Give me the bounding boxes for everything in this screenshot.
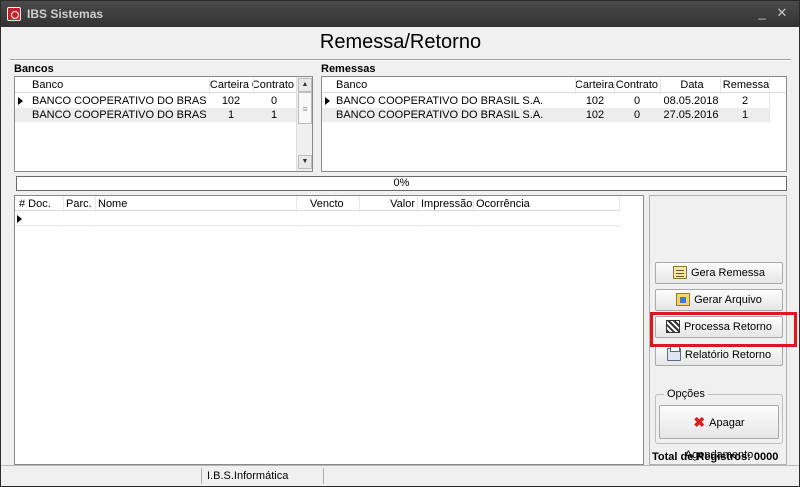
column-header-nome[interactable]: Nome [98,197,288,211]
page-title: Remessa/Retorno [319,31,482,53]
table-cell-carteira: 102 [585,95,605,107]
ibs-logo-icon [7,7,21,21]
table-cell-contrato: 0 [633,95,641,107]
status-company: I.B.S.Informática [201,468,321,484]
close-button[interactable]: ✕ [773,4,791,22]
grid-line [769,77,770,123]
file-icon [676,293,691,306]
window-title: IBS Sistemas [27,7,104,21]
scroll-thumb[interactable] [298,92,312,124]
column-header-remessa[interactable]: Remessa [722,78,770,92]
documentos-grid[interactable]: # Doc. Parc. Nome Vencto Valor Impressão… [14,195,644,465]
remessas-label: Remessas [321,63,376,75]
table-cell-carteira: 102 [221,95,241,107]
scroll-up-icon[interactable]: ▲ [298,78,312,92]
minimize-button[interactable]: _ [753,4,771,22]
table-cell-data: 08.05.2018 [663,95,719,107]
remessas-grid[interactable]: Banco Carteira Contrato Data Remessa BAN… [321,76,787,172]
row-selected-indicator-icon [17,215,22,223]
main-window: IBS Sistemas _ ✕ Remessa/Retorno Bancos … [0,0,800,487]
red-x-icon: ✖ [693,414,706,430]
total-registros: Total de Registros: 0000 [652,451,779,463]
status-panel-empty [323,468,793,484]
column-header-vencto[interactable]: Vencto [310,197,360,211]
status-bar: I.B.S.Informática [1,465,799,486]
header-divider [10,59,791,61]
table-row[interactable]: BANCO COOPERATIVO DO BRASIL S.A. 102 0 0… [322,94,769,108]
printer-icon [666,345,681,361]
table-row[interactable]: BANCO COOPERATIVO DO BRASIL S 102 0 [15,94,296,108]
table-row[interactable]: BANCO COOPERATIVO DO BRASIL S.A. 102 0 2… [322,108,769,122]
scroll-down-icon[interactable]: ▼ [298,155,312,169]
title-bar[interactable]: IBS Sistemas _ ✕ [1,1,799,27]
gera-remessa-button[interactable]: Gera Remessa [655,262,783,284]
row-selected-indicator-icon [325,97,330,105]
documentos-grid-header: # Doc. Parc. Nome Vencto Valor Impressão… [15,196,620,211]
client-area: Remessa/Retorno Bancos Banco Carteira Co… [6,27,795,465]
table-cell-banco: BANCO COOPERATIVO DO BRASIL S [32,95,207,107]
bancos-label: Bancos [14,63,54,75]
table-cell-remessa: 1 [741,109,749,121]
progress-bar: 0% [16,176,787,191]
gerar-arquivo-label: Gerar Arquivo [694,294,762,306]
column-header-carteira[interactable]: Carteira [205,78,249,92]
table-row[interactable]: BANCO COOPERATIVO DO BRASIL S 1 1 [15,108,296,122]
row-selected-indicator-icon [18,97,23,105]
column-header-valor[interactable]: Valor [360,197,415,211]
column-header-parc[interactable]: Parc. [66,197,96,211]
table-cell-remessa: 2 [741,95,749,107]
column-header-data[interactable]: Data [662,78,722,92]
column-header-contrato[interactable]: Contrato [251,78,294,92]
table-cell-contrato: 0 [270,95,278,107]
column-header-impressao[interactable]: Impressão [421,197,473,211]
highlight-box [650,312,797,347]
gera-remessa-label: Gera Remessa [691,267,765,279]
table-cell-carteira: 1 [227,109,235,121]
table-cell-contrato: 0 [633,109,641,121]
column-header-carteira[interactable]: Carteira [574,78,614,92]
table-cell-banco: BANCO COOPERATIVO DO BRASIL S.A. [336,95,544,107]
table-row[interactable] [15,212,620,226]
table-cell-banco: BANCO COOPERATIVO DO BRASIL S [32,109,207,121]
column-header-banco[interactable]: Banco [32,78,202,92]
table-cell-contrato: 1 [270,109,278,121]
document-icon [673,266,687,279]
remessas-grid-header: Banco Carteira Contrato Data Remessa [322,77,786,93]
column-header-banco[interactable]: Banco [336,78,566,92]
progress-text: 0% [393,177,410,189]
apagar-agendamento-button[interactable]: ✖ Apagar Agendamento [659,405,779,461]
table-cell-carteira: 102 [585,109,605,121]
column-header-doc[interactable]: # Doc. [19,197,63,211]
column-header-contrato[interactable]: Contrato [614,78,658,92]
bancos-grid[interactable]: Banco Carteira Contrato BANCO COOPERATIV… [14,76,313,172]
table-cell-data: 27.05.2016 [663,109,719,121]
opcoes-legend: Opções [664,388,708,400]
relatorio-retorno-button[interactable]: Relatório Retorno [655,344,783,366]
bancos-scrollbar[interactable]: ▲ ▼ [296,77,312,171]
gerar-arquivo-button[interactable]: Gerar Arquivo [655,289,783,311]
column-header-ocorrencia[interactable]: Ocorrência [476,197,616,211]
opcoes-group: Opções ✖ Apagar Agendamento [655,388,783,461]
table-cell-banco: BANCO COOPERATIVO DO BRASIL S.A. [336,109,544,121]
relatorio-retorno-label: Relatório Retorno [684,349,772,361]
